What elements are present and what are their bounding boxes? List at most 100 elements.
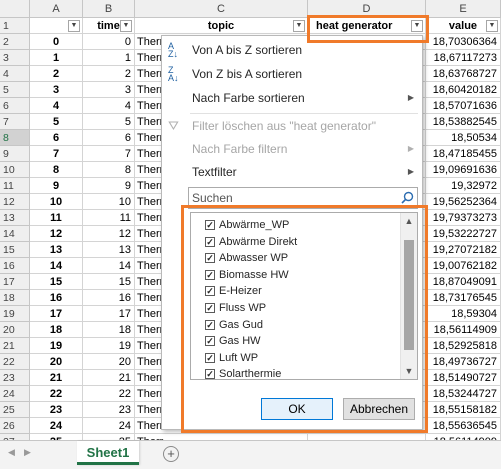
cell-value[interactable]: 18,57071636 bbox=[426, 98, 501, 114]
sheet-tab-sheet1[interactable]: Sheet1 bbox=[77, 441, 139, 465]
cell-value[interactable]: 18,73176545 bbox=[426, 290, 501, 306]
row-header[interactable]: 22 bbox=[0, 354, 30, 370]
menu-item-text-filter[interactable]: Textfilter ▶ bbox=[162, 160, 422, 184]
cell-value[interactable]: 18,87049091 bbox=[426, 274, 501, 290]
cell-index[interactable]: 19 bbox=[30, 338, 83, 354]
cell-value[interactable]: 18,63768727 bbox=[426, 66, 501, 82]
filter-dropdown-button[interactable]: ▼ bbox=[411, 20, 423, 32]
cell-time[interactable]: 24 bbox=[83, 418, 135, 434]
cell-value[interactable]: 18,52925818 bbox=[426, 338, 501, 354]
row-header[interactable]: 21 bbox=[0, 338, 30, 354]
menu-item-sort-by-color[interactable]: Nach Farbe sortieren ▶ bbox=[162, 86, 422, 110]
cell-index[interactable]: 5 bbox=[30, 114, 83, 130]
cell-time[interactable]: 7 bbox=[83, 146, 135, 162]
cell-time[interactable]: 13 bbox=[83, 242, 135, 258]
cell-time[interactable]: 8 bbox=[83, 162, 135, 178]
ok-button[interactable]: OK bbox=[261, 398, 333, 420]
row-header[interactable]: 4 bbox=[0, 66, 30, 82]
scrollbar-thumb[interactable] bbox=[404, 240, 414, 350]
checkbox-checked-icon[interactable]: ✓ bbox=[205, 253, 215, 264]
checkbox-checked-icon[interactable]: ✓ bbox=[205, 369, 215, 379]
cell-time[interactable]: 19 bbox=[83, 338, 135, 354]
cell-index[interactable]: 18 bbox=[30, 322, 83, 338]
cell-index[interactable]: 20 bbox=[30, 354, 83, 370]
cell-index[interactable]: 10 bbox=[30, 194, 83, 210]
cell-value[interactable]: 19,79373273 bbox=[426, 210, 501, 226]
cell-value[interactable]: 18,67117273 bbox=[426, 50, 501, 66]
cell-time[interactable]: 12 bbox=[83, 226, 135, 242]
scroll-down-icon[interactable]: ▼ bbox=[401, 363, 417, 379]
row-header[interactable]: 5 bbox=[0, 82, 30, 98]
cell-time[interactable]: 6 bbox=[83, 130, 135, 146]
cell-index[interactable]: 11 bbox=[30, 210, 83, 226]
cell-value[interactable]: 19,53222727 bbox=[426, 226, 501, 242]
cell-value[interactable]: 18,56114909 bbox=[426, 322, 501, 338]
column-header-a[interactable]: A bbox=[30, 0, 83, 18]
cell-time[interactable]: 22 bbox=[83, 386, 135, 402]
cell-index[interactable]: 4 bbox=[30, 98, 83, 114]
cell-index[interactable]: 1 bbox=[30, 50, 83, 66]
cell-value[interactable]: 19,27072182 bbox=[426, 242, 501, 258]
header-cell-heat-generator[interactable]: heat generator ▼ bbox=[308, 18, 426, 34]
cell-value[interactable]: 18,51490727 bbox=[426, 370, 501, 386]
cell-value[interactable]: 18,53244727 bbox=[426, 386, 501, 402]
checkbox-checked-icon[interactable]: ✓ bbox=[205, 220, 215, 230]
checkbox-checked-icon[interactable]: ✓ bbox=[205, 286, 215, 297]
row-header[interactable]: 8 bbox=[0, 130, 30, 146]
menu-item-sort-az[interactable]: A Z↓ Von A bis Z sortieren bbox=[162, 38, 422, 62]
search-input[interactable]: Suchen bbox=[188, 187, 418, 209]
checkbox-checked-icon[interactable]: ✓ bbox=[205, 303, 215, 313]
header-cell-a[interactable]: ▼ bbox=[30, 18, 83, 34]
row-header[interactable]: 16 bbox=[0, 258, 30, 274]
cell-value[interactable]: 18,53882545 bbox=[426, 114, 501, 130]
cell-index[interactable]: 0 bbox=[30, 34, 83, 50]
menu-item-sort-za[interactable]: Z A↓ Von Z bis A sortieren bbox=[162, 62, 422, 86]
filter-dropdown-button[interactable]: ▼ bbox=[293, 20, 305, 32]
row-header[interactable]: 20 bbox=[0, 322, 30, 338]
cell-time[interactable]: 15 bbox=[83, 274, 135, 290]
column-header-b[interactable]: B bbox=[83, 0, 135, 18]
select-all-corner[interactable] bbox=[0, 0, 30, 18]
row-header[interactable]: 2 bbox=[0, 34, 30, 50]
cell-index[interactable]: 3 bbox=[30, 82, 83, 98]
cell-time[interactable]: 9 bbox=[83, 178, 135, 194]
cell-value[interactable]: 18,47185455 bbox=[426, 146, 501, 162]
cell-index[interactable]: 15 bbox=[30, 274, 83, 290]
checkbox-checked-icon[interactable]: ✓ bbox=[205, 319, 215, 330]
filter-dropdown-button[interactable]: ▼ bbox=[68, 20, 80, 32]
cell-time[interactable]: 18 bbox=[83, 322, 135, 338]
row-header[interactable]: 15 bbox=[0, 242, 30, 258]
cell-time[interactable]: 23 bbox=[83, 402, 135, 418]
cell-index[interactable]: 14 bbox=[30, 258, 83, 274]
scroll-up-icon[interactable]: ▲ bbox=[401, 213, 417, 229]
row-header[interactable]: 17 bbox=[0, 274, 30, 290]
cell-index[interactable]: 8 bbox=[30, 162, 83, 178]
cell-time[interactable]: 0 bbox=[83, 34, 135, 50]
cell-index[interactable]: 2 bbox=[30, 66, 83, 82]
cell-index[interactable]: 21 bbox=[30, 370, 83, 386]
cell-value[interactable]: 18,55636545 bbox=[426, 418, 501, 434]
cell-value[interactable]: 18,50534 bbox=[426, 130, 501, 146]
checkbox-checked-icon[interactable]: ✓ bbox=[205, 352, 215, 363]
row-header[interactable]: 9 bbox=[0, 146, 30, 162]
row-header[interactable]: 10 bbox=[0, 162, 30, 178]
cell-value[interactable]: 18,49736727 bbox=[426, 354, 501, 370]
list-scrollbar[interactable]: ▲ ▼ bbox=[400, 213, 417, 379]
cell-time[interactable]: 16 bbox=[83, 290, 135, 306]
filter-dropdown-button[interactable]: ▼ bbox=[486, 20, 498, 32]
cell-time[interactable]: 14 bbox=[83, 258, 135, 274]
row-header[interactable]: 6 bbox=[0, 98, 30, 114]
cell-index[interactable]: 7 bbox=[30, 146, 83, 162]
cell-time[interactable]: 3 bbox=[83, 82, 135, 98]
column-header-d[interactable]: D bbox=[308, 0, 426, 18]
filter-values-list[interactable]: ✓ Abwärme_WP ✓ Abwärme Direkt ✓ Abwasser WP ✓ B… bbox=[190, 212, 418, 380]
row-header[interactable]: 14 bbox=[0, 226, 30, 242]
cell-value[interactable]: 18,70306364 bbox=[426, 34, 501, 50]
row-header[interactable]: 13 bbox=[0, 210, 30, 226]
column-header-e[interactable]: E bbox=[426, 0, 501, 18]
checkbox-checked-icon[interactable]: ✓ bbox=[205, 336, 215, 347]
cell-value[interactable]: 18,59304 bbox=[426, 306, 501, 322]
row-header[interactable]: 26 bbox=[0, 418, 30, 434]
cell-index[interactable]: 17 bbox=[30, 306, 83, 322]
cell-time[interactable]: 11 bbox=[83, 210, 135, 226]
